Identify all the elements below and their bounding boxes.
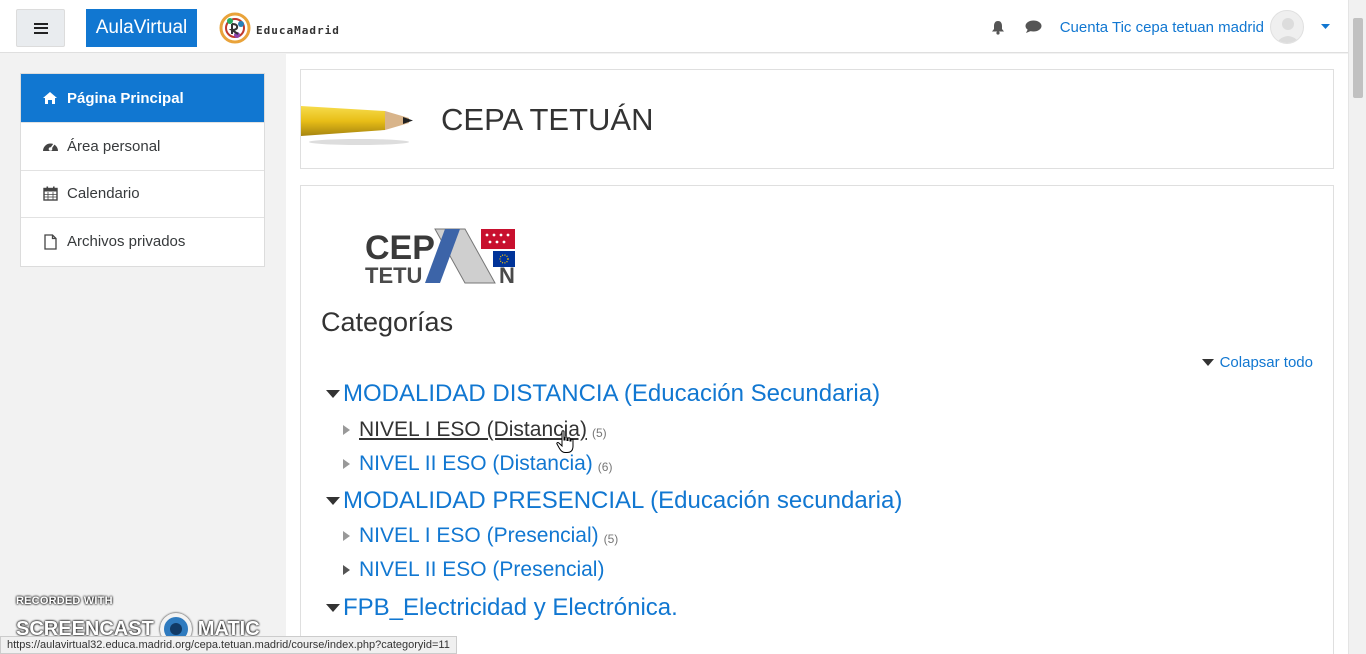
home-icon — [41, 89, 59, 107]
educamadrid-emblem-icon — [219, 12, 251, 44]
category-item[interactable]: FPB_Electricidad y Electrónica. — [326, 594, 678, 622]
educamadrid-wordmark: EducaMadrid — [256, 23, 340, 37]
collapse-all-label: Colapsar todo — [1219, 354, 1313, 371]
sidebar-item-label: Archivos privados — [67, 233, 186, 251]
subcategory-link[interactable]: NIVEL II ESO (Distancia) — [359, 452, 593, 476]
file-icon — [41, 233, 59, 251]
subcategory-link[interactable]: NIVEL II ESO (Presencial) — [359, 558, 604, 582]
pencil-logo-image — [301, 106, 413, 145]
svg-text:TETU: TETU — [365, 263, 422, 285]
category-item[interactable]: MODALIDAD PRESENCIAL (Educación secundar… — [326, 487, 902, 515]
collapsed-caret-icon — [343, 531, 350, 541]
cepa-tetuan-logo: CEP TETU N — [365, 228, 515, 285]
browser-status-bar: https://aulavirtual32.educa.madrid.org/c… — [0, 636, 457, 654]
hand-cursor-icon — [556, 430, 574, 453]
chat-icon[interactable] — [1024, 17, 1044, 37]
course-count: (5) — [603, 531, 619, 546]
collapsed-caret-icon — [343, 459, 350, 469]
sidebar-item-label: Calendario — [67, 185, 140, 203]
course-count: (5) — [591, 425, 607, 440]
nav-drawer: Página Principal Área personal Calendari… — [0, 54, 286, 654]
nav-list: Página Principal Área personal Calendari… — [20, 73, 265, 267]
page-title: CEPA TETUÁN — [441, 102, 654, 137]
sidebar-item-calendar[interactable]: Calendario — [21, 171, 264, 218]
calendar-icon — [41, 185, 59, 203]
caret-down-icon[interactable] — [1320, 22, 1330, 32]
category-link[interactable]: MODALIDAD PRESENCIAL (Educación secundar… — [343, 487, 902, 515]
svg-text:N: N — [499, 263, 515, 285]
educamadrid-logo[interactable]: EducaMadrid — [218, 12, 340, 44]
page-header: CEPA TETUÁN — [300, 69, 1334, 169]
user-menu-name[interactable]: Cuenta Tic cepa tetuan madrid — [1060, 19, 1264, 36]
bell-icon[interactable] — [988, 17, 1008, 37]
subcategory-item[interactable]: NIVEL I ESO (Presencial) (5) — [343, 524, 618, 548]
page-scrollbar[interactable] — [1348, 0, 1366, 654]
caret-down-icon — [1201, 359, 1214, 366]
subcategory-item[interactable]: NIVEL II ESO (Distancia) (6) — [343, 452, 612, 476]
svg-text:CEP: CEP — [365, 229, 435, 267]
expanded-caret-icon — [326, 497, 340, 505]
hamburger-menu-button[interactable] — [16, 9, 65, 47]
category-link[interactable]: FPB_Electricidad y Electrónica. — [343, 594, 678, 622]
screencast-watermark: RECORDED WITH SCREENCAST MATIC — [16, 595, 260, 645]
content-card: CEP TETU N Categorías Colapsar todo MODA… — [300, 185, 1334, 654]
dashboard-icon — [41, 137, 59, 155]
subcategory-link[interactable]: NIVEL I ESO (Presencial) — [359, 524, 599, 548]
brand-button[interactable]: AulaVirtual — [86, 9, 197, 47]
collapsed-caret-icon — [343, 425, 350, 435]
sidebar-item-label: Página Principal — [67, 89, 184, 107]
collapse-all-link[interactable]: Colapsar todo — [1201, 354, 1313, 371]
sidebar-item-label: Área personal — [67, 137, 161, 155]
expanded-caret-icon — [326, 604, 340, 612]
category-item[interactable]: MODALIDAD DISTANCIA (Educación Secundari… — [326, 380, 880, 408]
subcategory-item[interactable]: NIVEL II ESO (Presencial) — [343, 558, 604, 582]
course-count: (6) — [597, 459, 613, 474]
top-navbar: AulaVirtual EducaMadrid Cuenta Tic cepa … — [0, 0, 1348, 53]
collapsed-caret-icon — [343, 565, 350, 575]
user-nav: Cuenta Tic cepa tetuan madrid — [988, 10, 1330, 44]
watermark-line1: RECORDED WITH — [16, 595, 113, 607]
sidebar-item-dashboard[interactable]: Área personal — [21, 123, 264, 171]
main-region: CEPA TETUÁN CEP TETU N Categorías Colaps… — [286, 54, 1348, 654]
sidebar-item-private-files[interactable]: Archivos privados — [21, 218, 264, 266]
scrollbar-thumb[interactable] — [1353, 18, 1363, 98]
expanded-caret-icon — [326, 390, 340, 398]
categories-heading: Categorías — [321, 307, 454, 337]
sidebar-item-home[interactable]: Página Principal — [21, 74, 264, 123]
hamburger-icon — [33, 22, 48, 34]
avatar[interactable] — [1270, 10, 1304, 44]
subcategory-link[interactable]: NIVEL I ESO (Distancia) — [359, 418, 587, 442]
category-link[interactable]: MODALIDAD DISTANCIA (Educación Secundari… — [343, 380, 880, 408]
